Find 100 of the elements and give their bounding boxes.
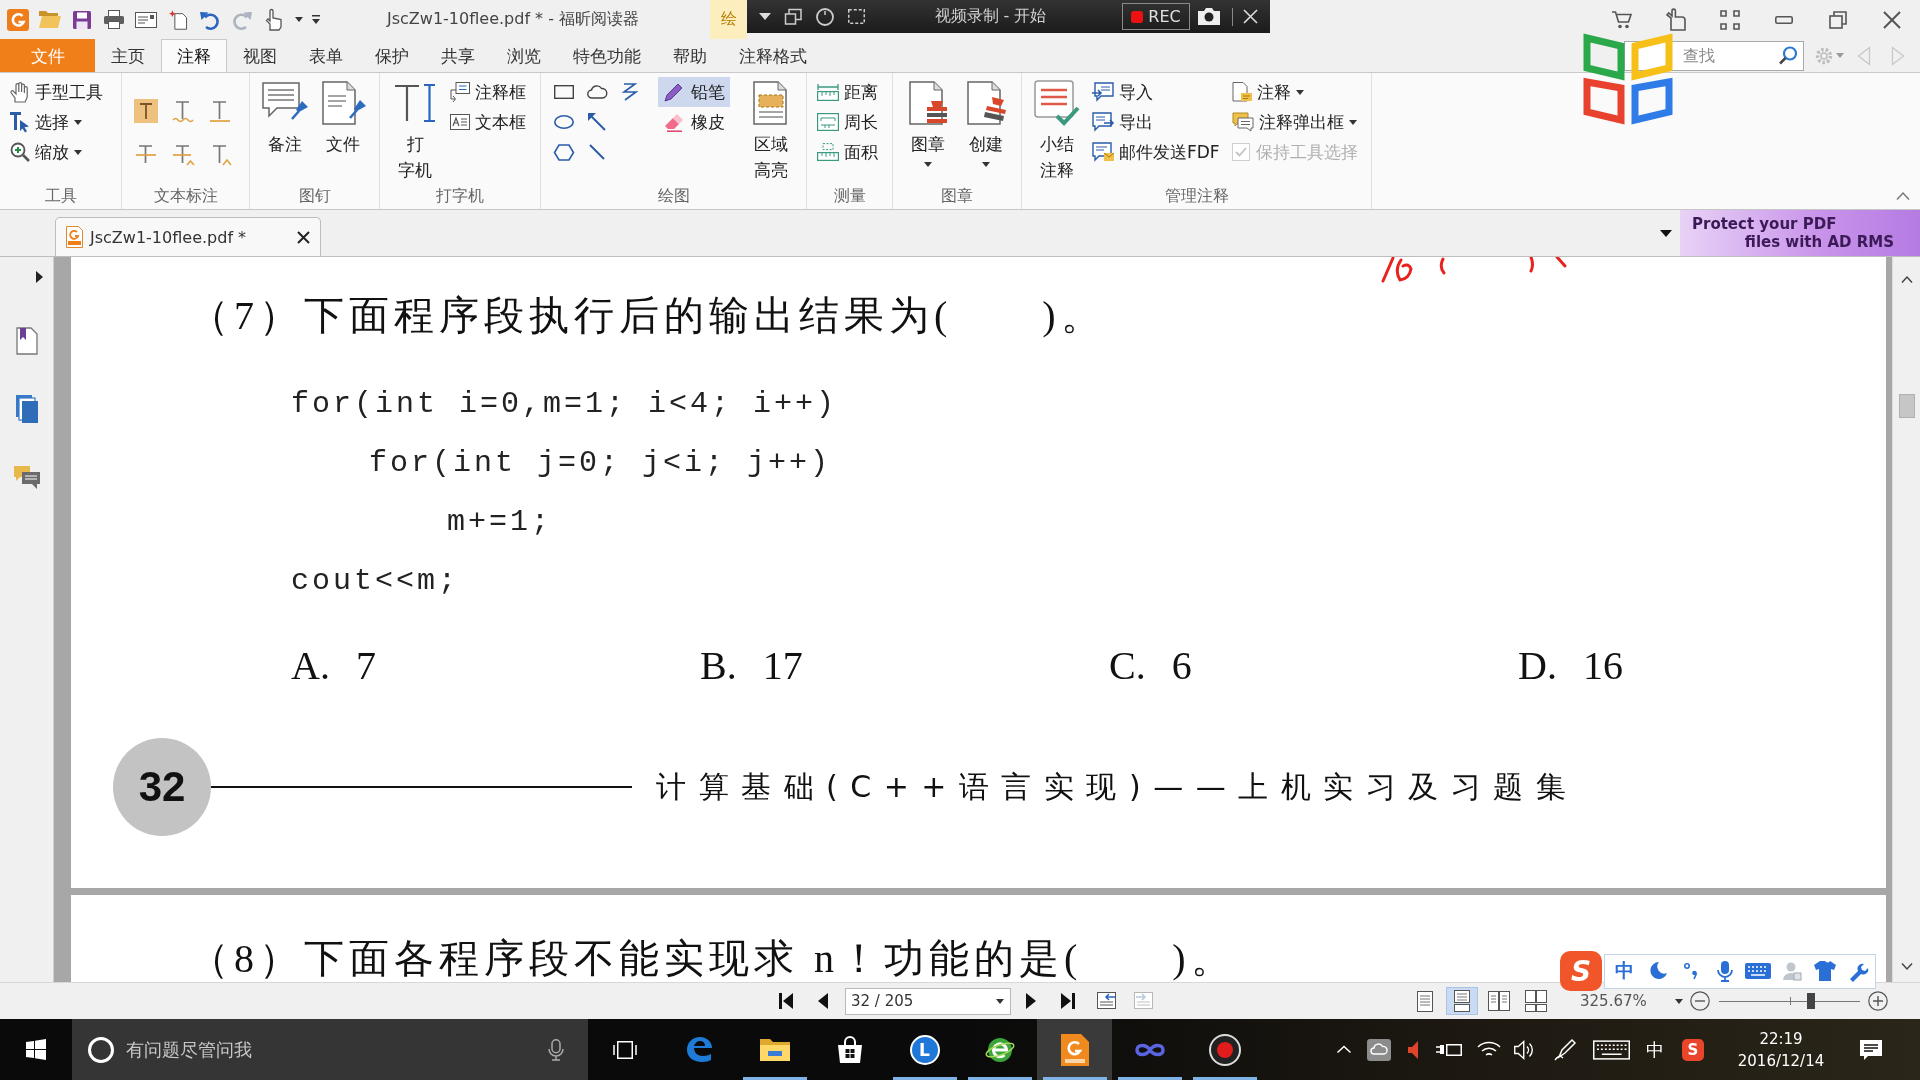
ribbon-button[interactable]: 缩放: [6, 137, 107, 167]
menu-tab[interactable]: 表单: [293, 39, 359, 72]
collapse-ribbon-icon[interactable]: [1896, 192, 1910, 200]
ribbon-large-button[interactable]: 区域 高亮: [745, 77, 797, 183]
close-icon[interactable]: [297, 230, 310, 244]
caret-up-icon[interactable]: [1337, 1046, 1351, 1053]
ribbon-button[interactable]: 铅笔: [658, 77, 730, 107]
taskbar-search-input[interactable]: 有问题尽管问我: [126, 1029, 548, 1070]
task-view-icon[interactable]: [613, 1040, 637, 1059]
ribbon-button[interactable]: 面积: [813, 137, 882, 167]
close-icon[interactable]: [1883, 10, 1901, 29]
menu-tab[interactable]: 主页: [95, 39, 161, 72]
menu-tab[interactable]: 帮助: [657, 39, 723, 72]
window-icon[interactable]: [785, 8, 802, 25]
ring-icon[interactable]: [88, 1036, 114, 1063]
input-mode-button[interactable]: 中: [1608, 958, 1642, 984]
hand-icon[interactable]: [1666, 8, 1686, 31]
ribbon-large-button[interactable]: 创建: [958, 77, 1014, 183]
rectangle-icon[interactable]: [554, 85, 574, 99]
microphone-icon[interactable]: [548, 1038, 564, 1061]
text-replace-icon[interactable]: [171, 144, 194, 166]
previous-page-icon[interactable]: [818, 993, 828, 1009]
menu-tab[interactable]: 保护: [359, 39, 425, 72]
search-icon[interactable]: [1779, 46, 1797, 65]
speaker-icon[interactable]: [1408, 1040, 1418, 1059]
ribbon-button[interactable]: 手型工具: [6, 77, 107, 107]
cloud-icon[interactable]: [586, 85, 607, 99]
ellipse-icon[interactable]: [554, 115, 574, 129]
ribbon-button[interactable]: 注释框: [446, 77, 530, 107]
scroll-up-icon[interactable]: [1900, 276, 1913, 283]
shirt-icon[interactable]: [1813, 961, 1836, 981]
wifi-icon[interactable]: [1477, 1041, 1501, 1058]
page-number-field[interactable]: 32 / 205: [845, 987, 1011, 1015]
comments-icon[interactable]: [13, 466, 40, 489]
caret-icon[interactable]: [759, 13, 771, 20]
new-document-icon[interactable]: [168, 9, 188, 30]
battery-icon[interactable]: [1436, 1042, 1462, 1057]
notification-icon[interactable]: [1860, 1039, 1882, 1060]
ad-banner[interactable]: Protect your PDF files with AD RMS: [1680, 210, 1920, 256]
zoom-dropdown[interactable]: 325.67%: [1563, 988, 1687, 1014]
hand-icon[interactable]: [265, 8, 283, 31]
first-page-icon[interactable]: [779, 993, 793, 1009]
moon-icon[interactable]: [1649, 962, 1667, 980]
camera-icon[interactable]: [1198, 8, 1220, 25]
menu-tab[interactable]: 特色功能: [557, 39, 657, 72]
menu-tab[interactable]: 共享: [425, 39, 491, 72]
search-input[interactable]: 查找: [1683, 42, 1779, 69]
customize-icon[interactable]: [311, 15, 320, 24]
expand-panel-icon[interactable]: [36, 271, 43, 283]
previous-view-icon[interactable]: [1097, 992, 1117, 1010]
cloud-icon[interactable]: [1367, 1038, 1391, 1061]
punctuation-icon[interactable]: [1684, 963, 1699, 979]
ribbon-button[interactable]: 橡皮: [658, 107, 730, 137]
save-icon[interactable]: [73, 10, 91, 29]
caret-icon[interactable]: [294, 17, 303, 22]
menu-tab[interactable]: 注释: [161, 39, 227, 72]
ribbon-button[interactable]: 注释: [1228, 77, 1362, 107]
taskbar-search-field[interactable]: 有问题尽管问我: [72, 1019, 588, 1080]
ribbon-button[interactable]: 邮件发送FDF: [1088, 137, 1228, 167]
ime-logo[interactable]: S: [1682, 1038, 1704, 1061]
wrench-icon[interactable]: [1848, 961, 1868, 981]
tab-list-caret-icon[interactable]: [1660, 229, 1672, 237]
minimize-icon[interactable]: [1775, 15, 1793, 24]
windows-logo-icon[interactable]: [26, 1039, 46, 1060]
page-number-input[interactable]: 32 / 205: [851, 989, 996, 1013]
restore-icon[interactable]: [1829, 10, 1847, 29]
document-tab[interactable]: JscZw1-10flee.pdf *: [55, 217, 321, 256]
pages-icon[interactable]: [15, 395, 38, 423]
record-button[interactable]: REC: [1122, 3, 1190, 30]
scrollbar-thumb[interactable]: [1898, 394, 1915, 418]
ribbon-large-button[interactable]: 备注: [256, 77, 314, 183]
menu-tab[interactable]: 视图: [227, 39, 293, 72]
text-highlight-icon[interactable]: [133, 99, 158, 123]
slider-thumb[interactable]: [1806, 993, 1815, 1009]
arrow-icon[interactable]: [587, 113, 606, 131]
ribbon-button[interactable]: 选择: [6, 107, 107, 137]
line-icon[interactable]: [588, 144, 605, 160]
view-mode-button[interactable]: [1446, 987, 1478, 1015]
clock[interactable]: 22:19 2016/12/14: [1731, 1019, 1831, 1080]
text-squiggly-icon[interactable]: [171, 100, 194, 122]
screen-icon[interactable]: [848, 9, 865, 24]
ribbon-large-button[interactable]: 打 字机: [390, 77, 440, 183]
app-logo-icon[interactable]: [7, 8, 29, 31]
menu-tab[interactable]: 注释格式: [723, 39, 823, 72]
keyboard-icon[interactable]: [1592, 1039, 1630, 1060]
ribbon-large-button[interactable]: 文件: [314, 77, 372, 183]
volume-icon[interactable]: [1514, 1039, 1534, 1060]
last-page-icon[interactable]: [1061, 993, 1075, 1009]
menu-tab[interactable]: 浏览: [491, 39, 557, 72]
microphone-icon[interactable]: [1716, 960, 1733, 982]
zoom-in-icon[interactable]: [1868, 991, 1888, 1011]
zoom-out-icon[interactable]: [1690, 991, 1710, 1011]
print-icon[interactable]: [104, 10, 124, 29]
pen-icon[interactable]: [1554, 1038, 1576, 1061]
card-icon[interactable]: [135, 11, 157, 28]
ribbon-button[interactable]: 距离: [813, 77, 882, 107]
ribbon-button[interactable]: 文本框: [446, 107, 530, 137]
ribbon-large-button[interactable]: 小结 注释: [1030, 77, 1084, 183]
next-page-icon[interactable]: [1026, 993, 1036, 1009]
ribbon-button[interactable]: 注释弹出框: [1228, 107, 1362, 137]
